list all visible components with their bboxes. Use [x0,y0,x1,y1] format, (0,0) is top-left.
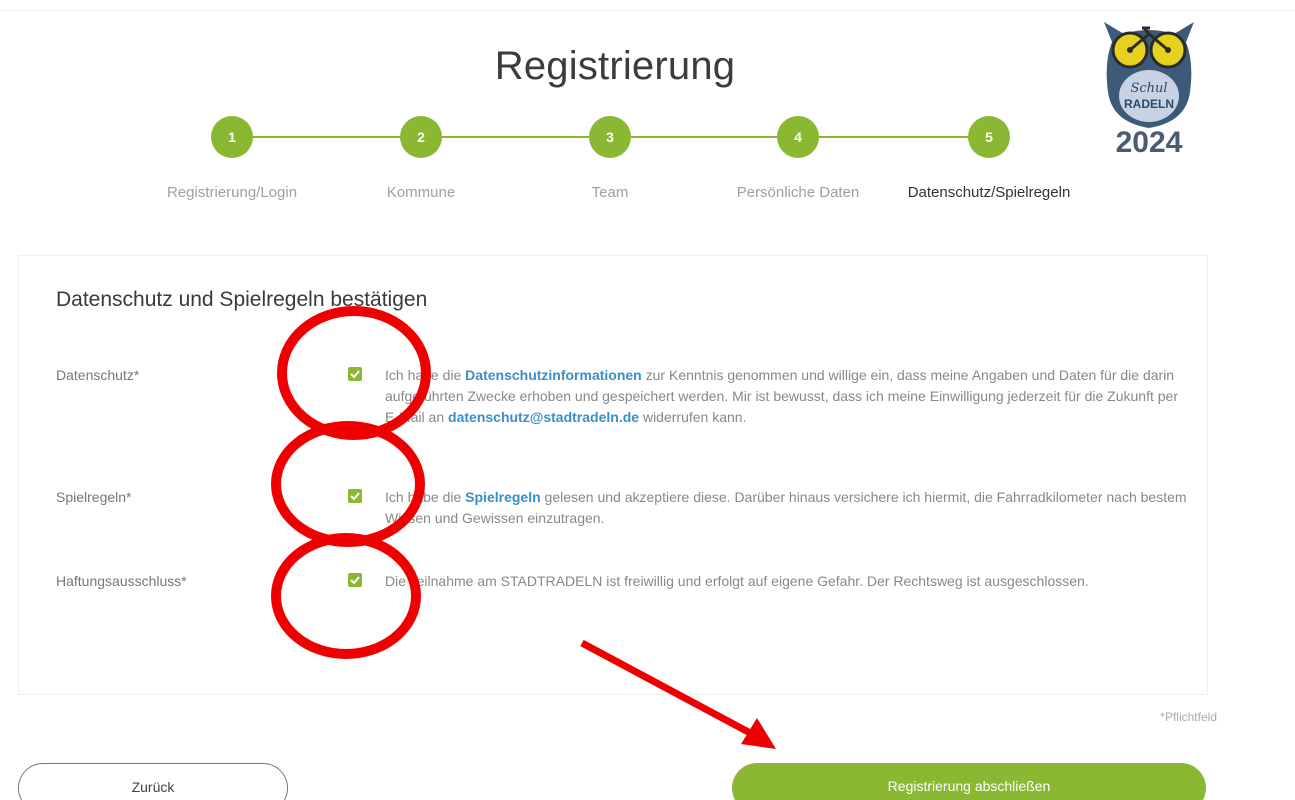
spielregeln-link[interactable]: Spielregeln [465,489,540,505]
annotation-arrow-head-icon [741,718,776,749]
top-divider [0,10,1295,11]
svg-text:Schul: Schul [1130,81,1167,96]
datenschutz-checkbox[interactable] [348,367,362,381]
registration-stepper: 1 Registrierung/Login 2 Kommune 3 Team 4… [0,116,1295,216]
step-team[interactable]: 3 Team [510,116,710,201]
step-number: 4 [777,116,819,158]
checkmark-icon [350,370,360,379]
haftungsausschluss-checkbox[interactable] [348,573,362,587]
step-label: Persönliche Daten [736,184,860,201]
step-kommune[interactable]: 2 Kommune [321,116,521,201]
page-title: Registrierung [494,44,736,88]
checkmark-icon [350,576,360,585]
step-datenschutz-spielregeln[interactable]: 5 Datenschutz/Spielregeln [889,116,1089,201]
datenschutzinformationen-link[interactable]: Datenschutzinformationen [465,367,642,383]
step-number: 1 [211,116,253,158]
required-field-note: *Pflichtfeld [1160,710,1217,724]
step-number: 2 [400,116,442,158]
complete-registration-button[interactable]: Registrierung abschließen [732,763,1206,800]
step-label: Registrierung/Login [166,184,298,201]
svg-text:RADELN: RADELN [1124,97,1174,111]
datenschutz-text: Ich habe die Datenschutzinformationen zu… [385,367,1178,425]
haftungsausschluss-text: Die Teilnahme am STADTRADELN ist freiwil… [385,573,1089,589]
card-title: Datenschutz und Spielregeln bestätigen [56,288,428,311]
step-number: 5 [968,116,1010,158]
step-registrierung-login[interactable]: 1 Registrierung/Login [132,116,332,201]
step-number: 3 [589,116,631,158]
haftungsausschluss-label: Haftungsausschluss* [56,573,187,589]
checkmark-icon [350,492,360,501]
spielregeln-label: Spielregeln* [56,489,132,505]
step-label: Datenschutz/Spielregeln [907,184,1071,201]
spielregeln-checkbox[interactable] [348,489,362,503]
back-button[interactable]: Zurück [18,763,288,800]
spielregeln-text: Ich habe die Spielregeln gelesen und akz… [385,489,1187,526]
datenschutz-label: Datenschutz* [56,367,140,383]
step-label: Team [591,184,629,201]
step-label: Kommune [386,184,456,201]
consent-card: Datenschutz und Spielregeln bestätigen D… [18,255,1208,695]
datenschutz-email-link[interactable]: datenschutz@stadtradeln.de [448,409,639,425]
step-persoenliche-daten[interactable]: 4 Persönliche Daten [698,116,898,201]
